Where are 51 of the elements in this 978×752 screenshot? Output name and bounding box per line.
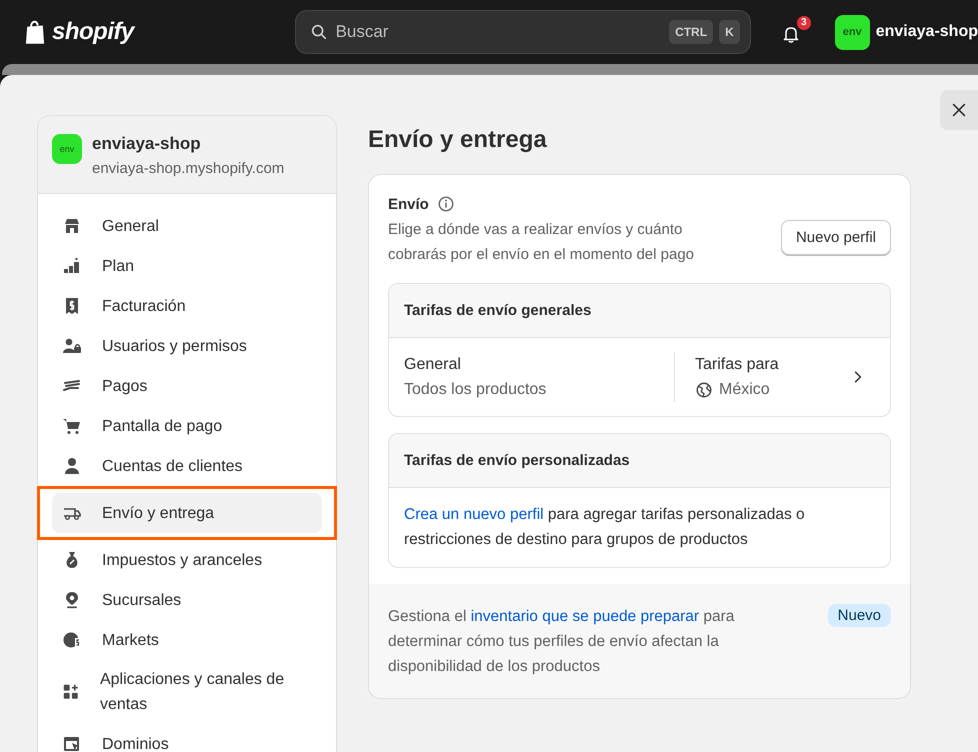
store-avatar: env — [834, 14, 870, 50]
store-icon — [62, 216, 82, 236]
store-name: enviaya-shop — [92, 134, 202, 154]
search-icon — [310, 23, 328, 41]
sidebar-item[interactable]: Pagos — [52, 366, 322, 406]
sidebar-item[interactable]: Impuestos y aranceles — [52, 540, 322, 580]
search-field[interactable]: Buscar — [334, 21, 664, 43]
shortcut-key: CTRL — [669, 20, 714, 44]
sidebar-item[interactable]: Pantalla de pago — [52, 406, 322, 446]
sidebar-item[interactable]: Facturación — [52, 286, 322, 326]
cart-icon — [62, 416, 82, 436]
new-badge: Nuevo — [828, 604, 891, 627]
info-icon — [436, 195, 455, 213]
store-domain: enviaya-shop.myshopify.com — [92, 160, 284, 177]
panel-header: Tarifas de envío personalizadas — [389, 434, 890, 488]
sidebar-item[interactable]: Dominios — [52, 724, 322, 752]
globe-icon — [695, 380, 713, 398]
sidebar-item[interactable]: Usuarios y permisos — [52, 326, 322, 366]
inventory-link[interactable]: inventario que se puede preparar — [470, 608, 700, 625]
person-icon — [62, 456, 82, 476]
sidebar-item[interactable]: Plan — [52, 246, 322, 286]
shortcut-key: K — [719, 20, 740, 44]
rate-row[interactable]: General Todos los productos Tarifas para México — [389, 338, 890, 416]
create-profile-link[interactable]: Crea un nuevo perfil — [404, 506, 544, 523]
logo-text: shopify — [52, 18, 134, 46]
footer-description: Gestiona el inventario que se puede preparar para determinar cómo tus perfiles de envío afectan la disponibilidad de los productos — [388, 607, 736, 677]
new-profile-button[interactable]: Nuevo perfil — [780, 220, 891, 254]
profile-products: Todos los productos — [404, 380, 548, 400]
close-icon — [950, 101, 968, 119]
page-title: Envío y entrega — [368, 126, 548, 154]
users-icon — [62, 336, 82, 356]
sidebar-item[interactable]: General — [52, 206, 322, 246]
store-avatar: env — [52, 134, 82, 164]
store-menu-button[interactable]: env enviaya-shop — [834, 14, 978, 50]
rates-label: Tarifas para — [695, 355, 780, 375]
notification-count: 3 — [796, 16, 811, 30]
country-name: México — [719, 380, 770, 400]
section-title: Envío — [388, 196, 429, 212]
panel-description: Crea un nuevo perfil para agregar tarifas personalizadas o restricciones de destino para grupos de productos — [403, 505, 806, 550]
sidebar-item[interactable]: Markets — [52, 620, 322, 660]
sidebar-item[interactable]: Aplicaciones y canales de ventas — [52, 660, 322, 724]
panel-header: Tarifas de envío generales — [389, 284, 890, 338]
notifications-button[interactable]: 3 — [776, 16, 811, 48]
close-button[interactable] — [940, 90, 978, 130]
sidebar-item[interactable]: Envío y entrega — [52, 493, 322, 533]
sidebar-item[interactable]: Sucursales — [52, 580, 322, 620]
steps-icon — [62, 256, 82, 276]
sidebar-item[interactable]: Cuentas de clientes — [52, 446, 322, 486]
search-bar[interactable]: Buscar CTRL K — [294, 10, 751, 54]
profile-name: General — [404, 355, 462, 375]
section-description: Elige a dónde vas a realizar envíos y cuánto cobrarás por el envío en el momento del pago — [388, 220, 696, 265]
